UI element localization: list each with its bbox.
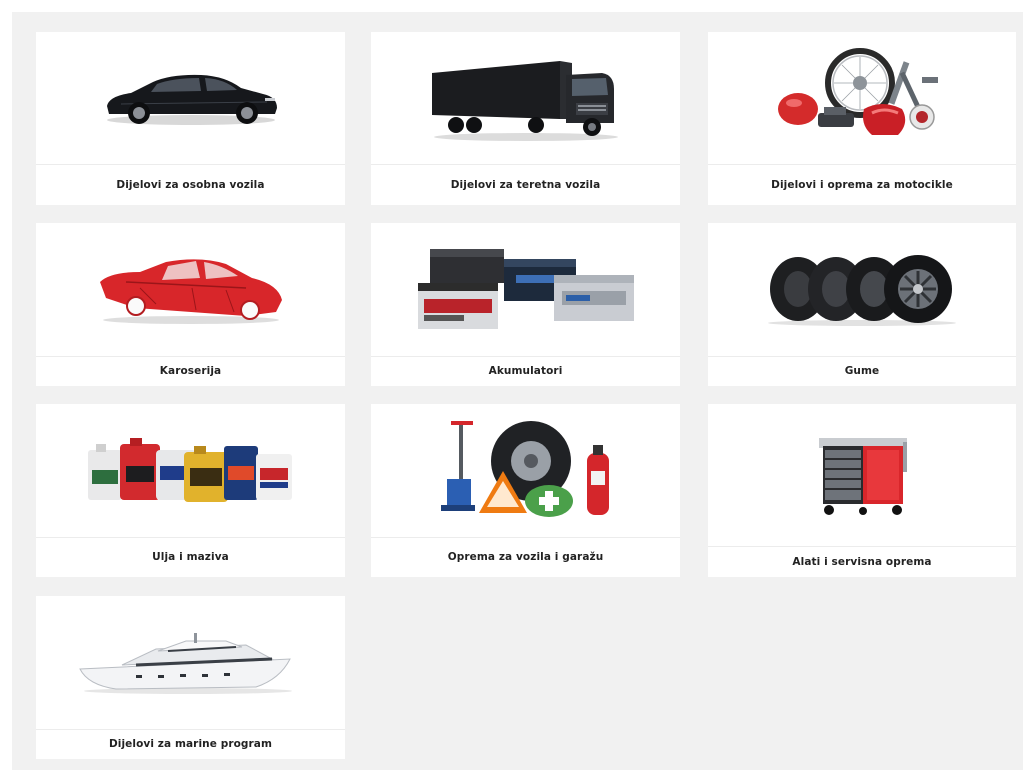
motorcycle-parts-icon xyxy=(708,32,1016,162)
category-label: Ulja i maziva xyxy=(152,551,229,563)
category-card-motocikle[interactable]: Dijelovi i oprema za motocikle xyxy=(708,32,1016,205)
category-card-karoserija[interactable]: Karoserija xyxy=(36,223,345,386)
category-card-akumulatori[interactable]: Akumulatori xyxy=(371,223,680,386)
category-card-teretna-vozila[interactable]: Dijelovi za teretna vozila xyxy=(371,32,680,205)
category-card-gume[interactable]: Gume xyxy=(708,223,1016,386)
category-label: Akumulatori xyxy=(488,365,563,377)
category-label: Dijelovi za teretna vozila xyxy=(450,178,601,191)
car-icon xyxy=(36,32,345,164)
category-card-osobna-vozila[interactable]: Dijelovi za osobna vozila xyxy=(36,32,345,205)
category-label: Alati i servisna oprema xyxy=(792,555,932,568)
category-card-marine[interactable]: Dijelovi za marine program xyxy=(36,596,345,759)
tool-cart-icon xyxy=(708,404,1016,546)
truck-icon xyxy=(371,32,680,164)
vehicle-equipment-icon xyxy=(371,404,680,537)
category-card-ulja-maziva[interactable]: Ulja i maziva xyxy=(36,404,345,577)
category-card-alati[interactable]: Alati i servisna oprema xyxy=(708,404,1016,577)
category-label: Dijelovi i oprema za motocikle xyxy=(771,178,953,191)
category-label: Dijelovi za osobna vozila xyxy=(116,178,265,191)
category-grid: Dijelovi za osobna vozila Dijelovi za te xyxy=(12,12,1023,770)
car-body-icon xyxy=(36,223,345,356)
category-card-oprema-garaza[interactable]: Oprema za vozila i garažu xyxy=(371,404,680,577)
category-label: Karoserija xyxy=(159,365,222,377)
yacht-icon xyxy=(36,596,345,729)
oil-bottles-icon xyxy=(36,404,345,537)
tires-icon xyxy=(708,223,1016,356)
category-label: Dijelovi za marine program xyxy=(108,738,273,750)
category-label: Gume xyxy=(844,365,880,377)
category-label: Oprema za vozila i garažu xyxy=(447,551,604,563)
batteries-icon xyxy=(371,223,680,356)
